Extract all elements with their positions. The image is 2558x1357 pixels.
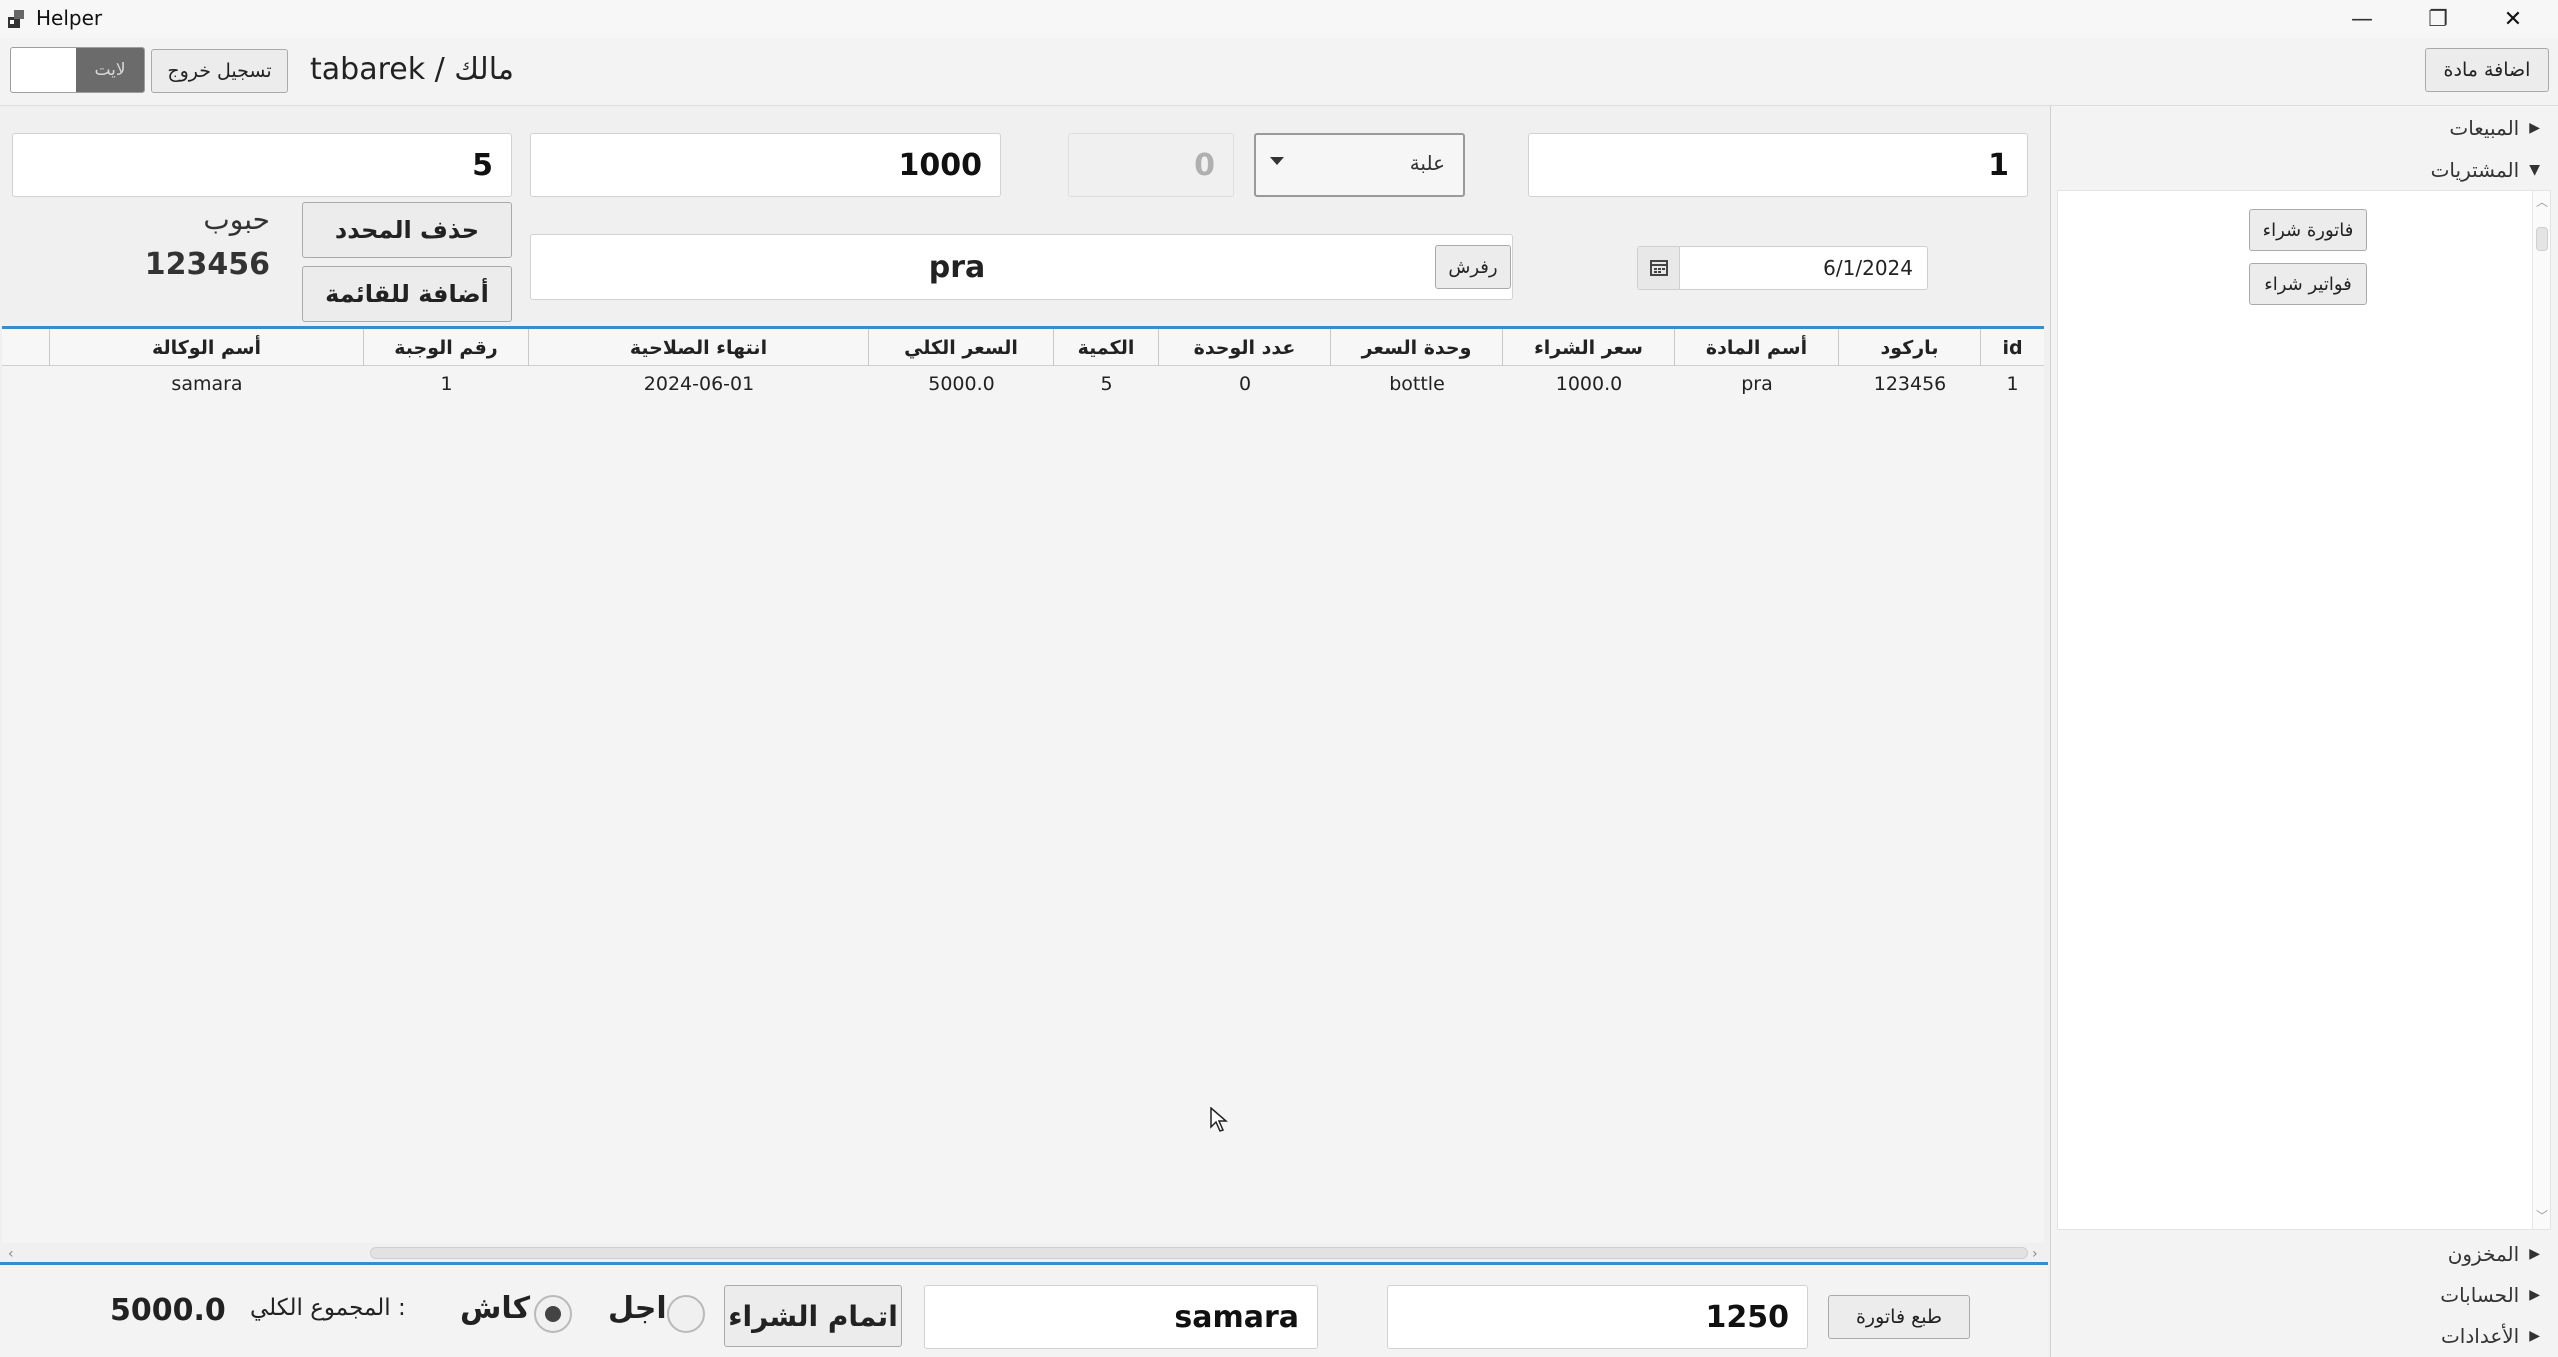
purchase-invoice-button[interactable]: فاتورة شراء: [2249, 209, 2367, 251]
unit-select-value: علبة: [1409, 151, 1445, 175]
sidebar-item-label: الأعدادات: [2440, 1324, 2520, 1348]
table-header: أسم الوكالة رقم الوجبة انتهاء الصلاحية ا…: [2, 326, 2044, 367]
column-header-batch[interactable]: رقم الوجبة: [364, 329, 529, 367]
restore-button[interactable]: ❐: [2403, 0, 2473, 38]
logout-button[interactable]: تسجيل خروج: [151, 49, 288, 93]
credit-label: اجل: [608, 1291, 667, 1326]
column-header-id[interactable]: id: [1981, 329, 2044, 367]
chevron-down-icon: [1270, 157, 1284, 165]
sidebar-item-sales[interactable]: المبيعات ▶: [2449, 116, 2540, 140]
column-header-barcode[interactable]: باركود: [1839, 329, 1981, 367]
cash-label: كاش: [460, 1291, 531, 1326]
table-cell: 5000.0: [928, 373, 995, 395]
scrollbar-thumb[interactable]: [2536, 227, 2548, 251]
triangle-right-icon: ▶: [2529, 1246, 2540, 1262]
table-cell: 0: [1238, 373, 1252, 395]
unit-count-field: 0: [1068, 133, 1234, 197]
triangle-right-icon: ▶: [2529, 1328, 2540, 1344]
date-value: 6/1/2024: [1823, 256, 1913, 280]
triangle-down-icon: ▼: [2529, 162, 2540, 178]
column-header-material-name[interactable]: أسم المادة: [1675, 329, 1839, 367]
barcode-label: 123456: [144, 247, 270, 282]
sidebar-item-accounts[interactable]: الحسابات ▶: [2440, 1283, 2540, 1307]
app-icon: [8, 10, 24, 28]
user-label: tabarek / مالك: [310, 52, 514, 87]
table-cell: 1000.0: [1555, 373, 1623, 395]
table-cell: bottle: [1389, 373, 1445, 395]
column-header-quantity[interactable]: الكمية: [1054, 329, 1159, 367]
sidebar-item-inventory[interactable]: المخزون ▶: [2448, 1242, 2540, 1266]
top-header: لايت تسجيل خروج tabarek / مالك اضافة ماد…: [0, 38, 2558, 106]
column-header-overflow: [2, 329, 50, 367]
theme-toggle[interactable]: لايت: [10, 47, 145, 93]
total-value: 5000.0: [110, 1293, 226, 1328]
scroll-right-icon[interactable]: ›: [2032, 1246, 2038, 1262]
sidebar-item-label: المبيعات: [2449, 116, 2520, 140]
print-invoice-button[interactable]: طبع فاتورة: [1828, 1295, 1970, 1339]
search-input[interactable]: pra: [531, 235, 1383, 299]
credit-radio[interactable]: [667, 1295, 705, 1333]
scrollbar-thumb[interactable]: [370, 1247, 2028, 1259]
column-header-unit-count[interactable]: عدد الوحدة: [1159, 329, 1331, 367]
table-cell: 5: [1100, 373, 1113, 395]
invoice-number-field[interactable]: 1250: [1387, 1285, 1808, 1349]
delete-selected-button[interactable]: حذف المحدد: [302, 202, 512, 258]
category-label: حبوب: [203, 203, 270, 236]
sidebar-item-settings[interactable]: الأعدادات ▶: [2441, 1324, 2540, 1348]
column-header-price-unit[interactable]: وحدة السعر: [1331, 329, 1503, 367]
calendar-icon[interactable]: [1638, 247, 1680, 289]
add-to-list-button[interactable]: أضافة للقائمة: [302, 266, 512, 322]
scroll-left-icon[interactable]: ‹: [8, 1246, 14, 1262]
triangle-right-icon: ▶: [2529, 120, 2540, 136]
table-cell: samara: [171, 373, 243, 395]
sidebar-item-label: المخزون: [2447, 1242, 2520, 1266]
add-material-button[interactable]: اضافة مادة: [2425, 48, 2549, 92]
triangle-right-icon: ▶: [2529, 1287, 2540, 1303]
date-picker[interactable]: 6/1/2024: [1637, 246, 1928, 290]
table-cell: 2024-06-01: [643, 373, 755, 395]
sidebar-item-label: الحسابات: [2440, 1283, 2520, 1307]
horizontal-scrollbar[interactable]: ‹ ›: [2, 1243, 2044, 1263]
column-header-total-price[interactable]: السعر الكلي: [869, 329, 1054, 367]
scroll-down-icon[interactable]: ﹀: [2536, 1207, 2548, 1224]
agency-field[interactable]: samara: [924, 1285, 1318, 1349]
id-field[interactable]: 1: [1528, 133, 2028, 197]
column-header-purchase-price[interactable]: سعر الشراء: [1503, 329, 1675, 367]
close-button[interactable]: ✕: [2478, 0, 2548, 38]
total-label: المجموع الكلي :: [250, 1295, 406, 1321]
table-cell: pra: [1741, 373, 1773, 395]
mouse-cursor-icon: [1210, 1107, 1228, 1132]
column-header-agency[interactable]: أسم الوكالة: [50, 329, 364, 367]
cash-radio[interactable]: [534, 1295, 572, 1333]
purchases-submenu: فاتورة شراء فواتير شراء ︿ ﹀: [2057, 190, 2551, 1230]
refresh-button[interactable]: رفرش: [1435, 245, 1511, 289]
table-body: samara 1 2024-06-01 5000.0 5 0 bottle 10…: [2, 366, 2044, 1246]
theme-toggle-label: لايت: [76, 48, 144, 92]
vertical-scrollbar[interactable]: ︿ ﹀: [2532, 191, 2550, 1229]
scroll-up-icon[interactable]: ︿: [2536, 193, 2548, 210]
sidebar-item-label: المشتريات: [2430, 158, 2520, 182]
footer-bar: 5000.0 المجموع الكلي : كاش اجل اتمام الش…: [0, 1262, 2048, 1357]
unit-select[interactable]: علبة: [1254, 133, 1465, 197]
radio-selected-dot: [545, 1306, 561, 1322]
sidebar-item-purchases[interactable]: المشتريات ▼: [2431, 158, 2540, 182]
window-titlebar: Helper — ❐ ✕: [0, 0, 2558, 38]
table-row[interactable]: samara 1 2024-06-01 5000.0 5 0 bottle 10…: [2, 366, 2044, 404]
complete-purchase-button[interactable]: اتمام الشراء: [724, 1285, 902, 1347]
window-title: Helper: [36, 6, 103, 30]
search-box: pra رفرش: [530, 234, 1513, 300]
table-cell: 123456: [1873, 373, 1947, 395]
price-field[interactable]: 1000: [530, 133, 1001, 197]
table-cell: 1: [440, 373, 453, 395]
purchase-invoices-button[interactable]: فواتير شراء: [2249, 263, 2367, 305]
minimize-button[interactable]: —: [2327, 0, 2397, 38]
column-header-expiry[interactable]: انتهاء الصلاحية: [529, 329, 869, 367]
table-cell: 1: [2006, 373, 2019, 395]
quantity-field[interactable]: 5: [12, 133, 512, 197]
